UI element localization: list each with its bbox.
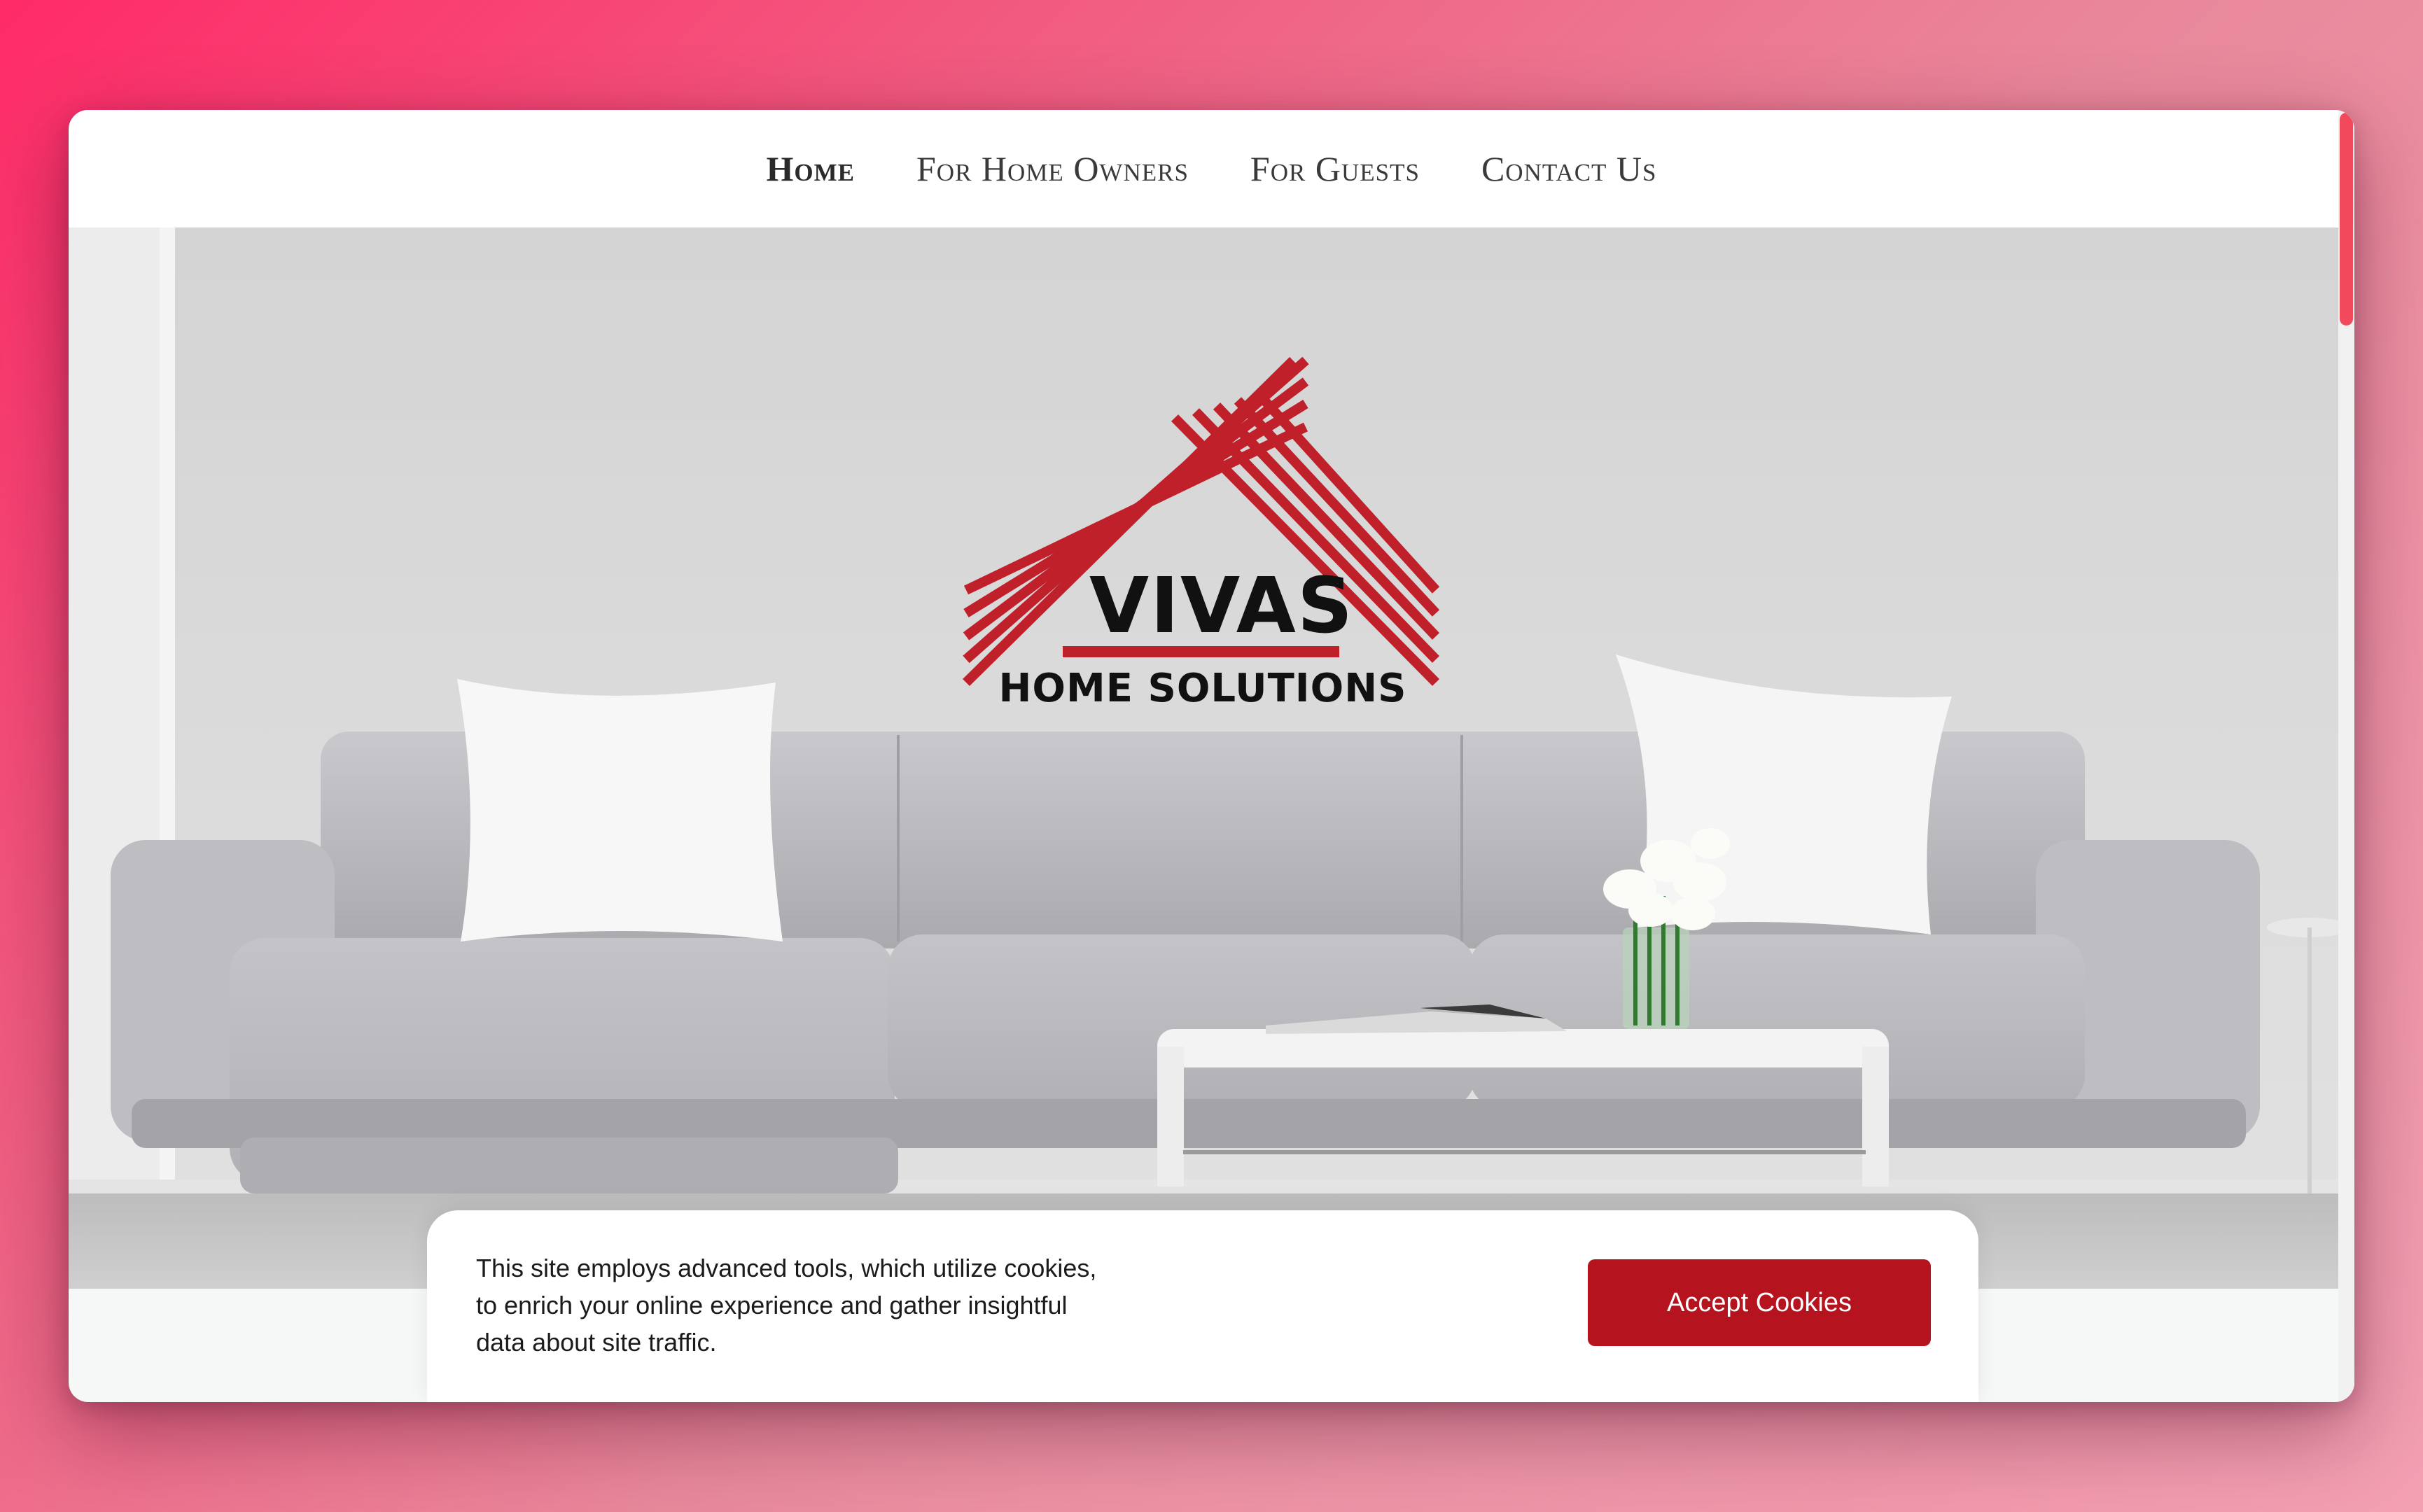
logo-tagline-text: HOME SOLUTIONS: [998, 666, 1407, 711]
nav-item-home[interactable]: Home: [767, 148, 856, 189]
nav-item-for-guests[interactable]: For Guests: [1250, 148, 1420, 189]
logo-underline: [1063, 646, 1339, 657]
accept-cookies-button[interactable]: Accept Cookies: [1588, 1259, 1931, 1346]
hero-living-room-image: [69, 227, 2338, 1289]
cookie-consent-banner: This site employs advanced tools, which …: [427, 1210, 1978, 1402]
browser-window: Home For Home Owners For Guests Contact …: [69, 110, 2354, 1402]
hero-banner: VIVAS HOME SOLUTIONS: [69, 227, 2338, 1289]
top-navigation: Home For Home Owners For Guests Contact …: [69, 110, 2354, 227]
logo-brand-text: VIVAS: [1089, 561, 1355, 650]
nav-item-contact-us[interactable]: Contact Us: [1481, 148, 1657, 189]
page-scrollbar-thumb[interactable]: [2340, 113, 2353, 326]
cookie-consent-text: This site employs advanced tools, which …: [476, 1254, 1097, 1357]
nav-item-for-home-owners[interactable]: For Home Owners: [916, 148, 1189, 189]
page-scrollbar-track[interactable]: [2338, 110, 2354, 1402]
